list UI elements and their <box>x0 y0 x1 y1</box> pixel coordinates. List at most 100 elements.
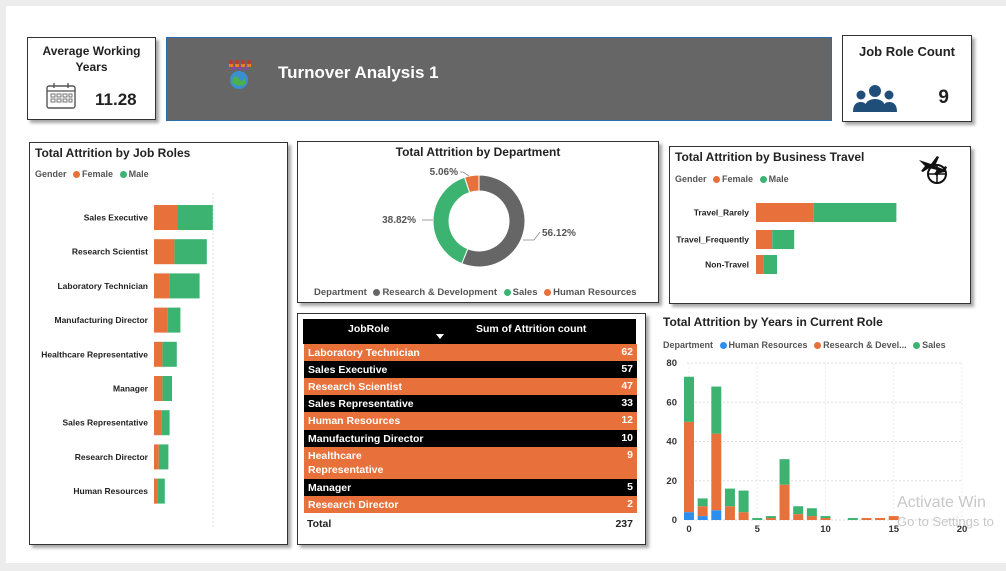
female-dot <box>713 176 721 184</box>
job-role-bar-male <box>167 307 181 333</box>
years-bar-segment <box>847 518 858 520</box>
kpi-job-role-count[interactable]: Job Role Count 9 <box>842 35 972 122</box>
travel-bar-female <box>756 230 773 249</box>
x-tick-label: 5 <box>755 524 761 535</box>
table-row[interactable]: Sales Representative 33 <box>304 395 637 412</box>
table-cell-count: 2 <box>627 498 633 510</box>
job-role-tick-label: Sales Representative <box>62 418 148 428</box>
airplane-globe-icon <box>919 156 947 184</box>
job-role-bar-male <box>174 239 207 265</box>
department-chart-title: Total Attrition by Department <box>395 145 561 159</box>
years-bar-segment <box>724 488 735 507</box>
rd-dot <box>373 288 381 296</box>
sales-dot <box>503 288 511 296</box>
male-dot <box>759 176 767 184</box>
travel-chart-card[interactable]: Total Attrition by Business Travel Gende… <box>669 146 971 304</box>
job-role-tick-label: Manager <box>113 384 149 394</box>
people-globe-icon <box>229 60 251 89</box>
department-donut-chart: 56.12% 38.82% 5.06% <box>382 167 576 268</box>
kpi-avg-label: Average Working Years <box>42 44 141 74</box>
years-bar-segment <box>806 508 817 517</box>
y-tick-label: 0 <box>672 515 677 526</box>
table-cell-jobrole: Healthcare Representative <box>308 450 384 476</box>
sales-dot <box>913 342 921 350</box>
sales-pct-label: 38.82% <box>382 215 416 226</box>
table-cell-count: 9 <box>627 449 633 461</box>
legend-hr: Human Resources <box>553 287 637 298</box>
years-bar-segment <box>875 518 886 520</box>
table-total-row: Total 237 <box>307 518 633 530</box>
years-bar-segment <box>684 512 694 520</box>
job-roles-chart-card[interactable]: Total Attrition by Job Roles Gender Fema… <box>29 142 288 545</box>
y-tick-label: 20 <box>666 476 677 487</box>
column-header-attrition[interactable]: Sum of Attrition count <box>476 323 586 335</box>
job-role-bar-male <box>169 273 200 299</box>
job-role-bar-female <box>154 478 158 504</box>
sort-arrow-icon[interactable] <box>436 334 444 339</box>
years-bar-segment <box>779 459 790 485</box>
job-role-tick-label: Manufacturing Director <box>54 315 148 325</box>
table-row[interactable]: Research Scientist 47 <box>304 378 637 395</box>
table-cell-jobrole: Sales Executive <box>308 364 388 376</box>
job-role-tick-label: Research Scientist <box>72 247 148 257</box>
hr-pct-label: 5.06% <box>430 167 458 178</box>
table-row[interactable]: Laboratory Technician 62 <box>304 344 637 361</box>
job-role-bar-female <box>154 376 163 401</box>
table-row[interactable]: Research Director 2 <box>304 496 637 513</box>
job-role-bar-female <box>154 307 168 333</box>
table-row[interactable]: Manager 5 <box>304 479 637 496</box>
total-label: Total <box>307 518 332 530</box>
header-banner: Turnover Analysis 1 <box>166 37 832 121</box>
job-role-tick-label: Sales Executive <box>84 213 149 223</box>
years-bar-segment <box>738 512 749 520</box>
years-bar-segment <box>738 490 749 513</box>
travel-bar-male <box>763 255 778 274</box>
legend-title: Gender <box>675 174 707 184</box>
column-header-jobrole[interactable]: JobRole <box>348 323 389 335</box>
department-chart-card[interactable]: Total Attrition by Department 56.12% 38.8… <box>297 141 659 303</box>
years-bar-segment <box>711 386 722 434</box>
male-dot <box>119 171 127 179</box>
job-roles-legend: Gender Female Male <box>35 169 149 179</box>
table-cell-count: 5 <box>627 481 633 493</box>
total-value: 237 <box>615 518 633 530</box>
table-row[interactable]: Human Resources 12 <box>304 412 637 430</box>
job-role-tick-label: Human Resources <box>73 486 148 496</box>
table-cell-jobrole: Manager <box>308 482 352 494</box>
attrition-table-card[interactable]: JobRole Sum of Attrition count Laborator… <box>297 313 646 545</box>
kpi-average-working-years[interactable]: Average Working Years 11.28 <box>27 37 156 120</box>
travel-chart-title: Total Attrition by Business Travel <box>675 150 865 164</box>
legend-male: Male <box>768 174 789 184</box>
table-cell-jobrole: Research Director <box>308 499 399 511</box>
years-bar-segment <box>752 518 763 520</box>
legend-title: Gender <box>35 169 67 179</box>
table-cell-count: 10 <box>621 432 633 444</box>
job-role-tick-label: Research Director <box>75 452 149 462</box>
years-bar-segment <box>793 506 804 515</box>
legend-rd: Research & Development <box>382 287 498 298</box>
job-role-bar-female <box>154 410 162 436</box>
job-role-bar-male <box>162 341 177 367</box>
travel-bar-female <box>756 255 764 274</box>
table-cell-count: 62 <box>621 346 633 358</box>
legend-title: Department <box>663 340 714 350</box>
job-role-bar-male <box>162 376 172 401</box>
kpi-role-value: 9 <box>938 87 949 108</box>
x-tick-label: 10 <box>820 524 831 535</box>
job-roles-chart-title: Total Attrition by Job Roles <box>35 146 191 160</box>
table-row[interactable]: Healthcare Representative 9 <box>304 447 637 479</box>
watermark-line2: Go to Settings to <box>897 514 994 529</box>
years-bar-segment <box>765 516 776 519</box>
table-row[interactable]: Manufacturing Director 10 <box>304 430 637 447</box>
years-bar-segment <box>806 516 817 520</box>
hr-dot <box>544 288 552 296</box>
travel-bar-chart: Travel_Rarely Travel_Frequently Non-Travel <box>676 203 897 274</box>
table-cell-jobrole: Manufacturing Director <box>308 433 424 445</box>
y-tick-label: 60 <box>666 397 677 408</box>
job-role-bar-male <box>157 478 165 504</box>
legend-male: Male <box>128 169 149 179</box>
years-bar-segment <box>765 518 776 520</box>
job-role-bar-female <box>154 341 163 367</box>
table-row[interactable]: Sales Executive 57 <box>304 361 637 378</box>
rd-dot <box>814 342 822 350</box>
